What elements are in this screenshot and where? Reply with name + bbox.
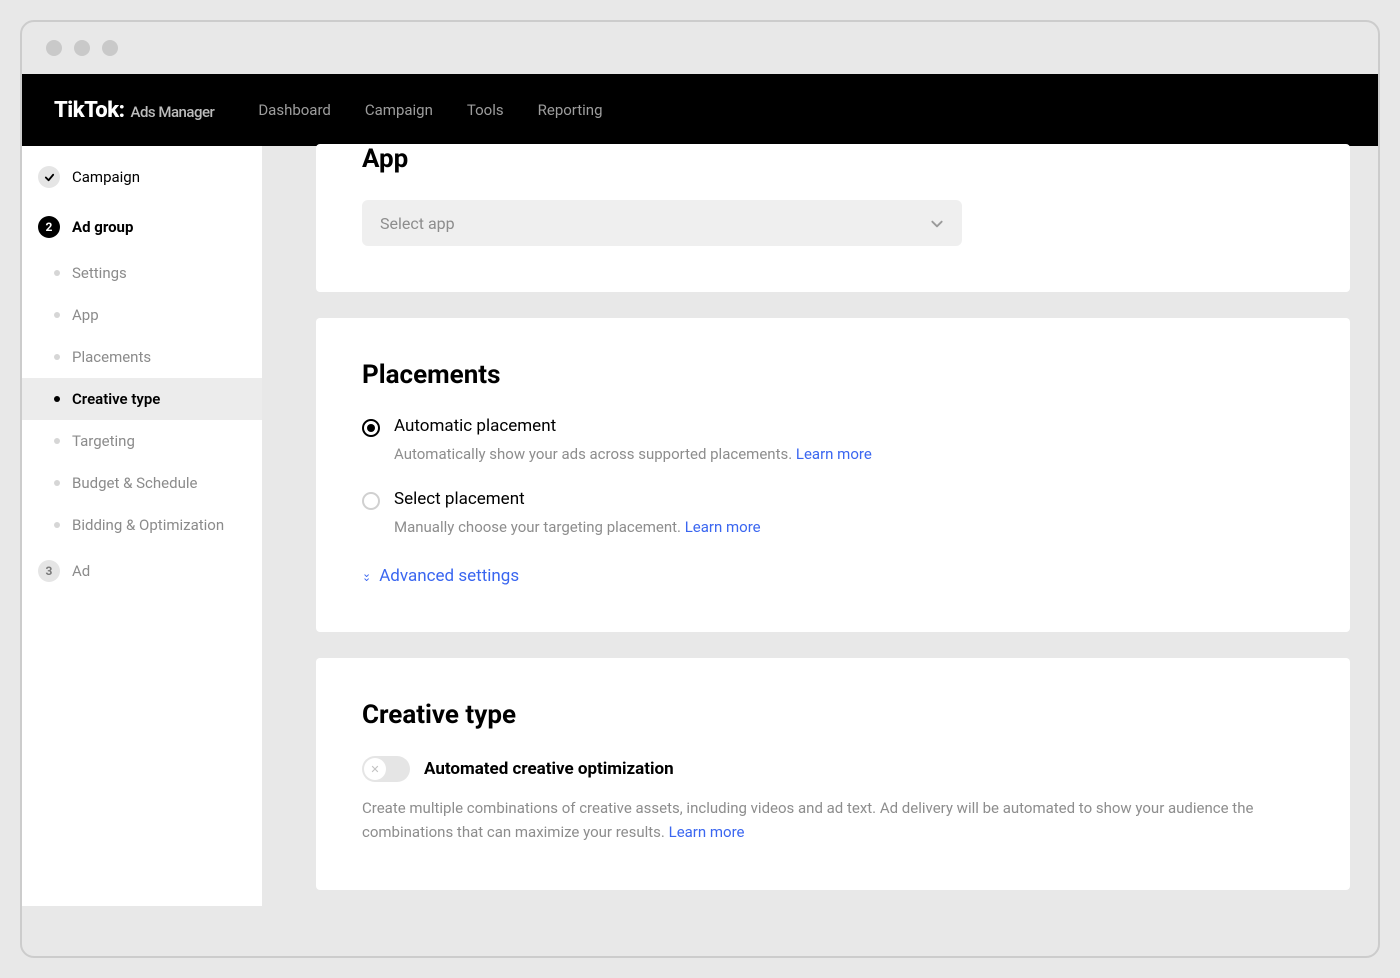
sidebar-item-placements[interactable]: Placements [22,336,262,378]
dot-icon [54,522,60,528]
check-icon [38,166,60,188]
placement-select-label: Select placement [394,489,525,509]
app-select[interactable]: Select app [362,200,962,246]
section-heading-app: App [362,144,1304,200]
sidebar-item-label: Targeting [72,432,135,450]
placement-auto-option[interactable]: Automatic placement [362,416,1304,437]
sidebar-item-label: Budget & Schedule [72,474,197,492]
auto-creative-desc: Create multiple combinations of creative… [362,796,1304,844]
nav-tools[interactable]: Tools [467,101,504,119]
dot-icon [54,312,60,318]
placements-card: Placements Automatic placement Automatic… [316,318,1350,632]
sidebar-step-label: Ad group [72,218,133,236]
sidebar: Campaign 2 Ad group Settings App Placeme… [22,146,262,906]
double-chevron-down-icon: ⌄⌄ [362,572,371,581]
sidebar-item-label: Creative type [72,390,160,408]
placement-select-desc-text: Manually choose your targeting placement… [394,518,685,536]
learn-more-link[interactable]: Learn more [669,823,745,841]
nav-dashboard[interactable]: Dashboard [258,101,331,119]
sidebar-item-settings[interactable]: Settings [22,252,262,294]
section-heading-creative: Creative type [362,658,1304,756]
app-select-placeholder: Select app [380,214,455,233]
section-heading-placements: Placements [362,318,1304,416]
advanced-settings-label: Advanced settings [379,566,519,586]
dot-icon [54,396,60,402]
dot-icon [54,354,60,360]
step-number-icon: 3 [38,560,60,582]
sidebar-item-bidding-optimization[interactable]: Bidding & Optimization [22,504,262,546]
dot-icon [54,480,60,486]
sidebar-item-label: Placements [72,348,151,366]
brand-logo: TikTok: Ads Manager [54,98,214,123]
chevron-down-icon [930,216,944,230]
nav-reporting[interactable]: Reporting [538,101,603,119]
dot-icon [54,270,60,276]
window-dot [74,40,90,56]
placement-select-desc: Manually choose your targeting placement… [394,518,1304,536]
brand-name: TikTok: [54,98,125,123]
sidebar-step-adgroup[interactable]: 2 Ad group [22,202,262,252]
top-nav: TikTok: Ads Manager Dashboard Campaign T… [22,74,1378,146]
app-window: TikTok: Ads Manager Dashboard Campaign T… [20,20,1380,958]
sidebar-step-label: Ad [72,562,90,580]
window-titlebar [22,22,1378,74]
radio-unselected-icon[interactable] [362,492,380,510]
window-dot [46,40,62,56]
sidebar-item-label: Bidding & Optimization [72,516,224,534]
nav-campaign[interactable]: Campaign [365,101,433,119]
learn-more-link[interactable]: Learn more [796,445,872,463]
advanced-settings-toggle[interactable]: ⌄⌄ Advanced settings [362,566,519,586]
sidebar-item-budget-schedule[interactable]: Budget & Schedule [22,462,262,504]
sidebar-item-app[interactable]: App [22,294,262,336]
auto-creative-toggle[interactable]: ✕ [362,756,410,782]
auto-creative-desc-text: Create multiple combinations of creative… [362,799,1253,841]
brand-sub: Ads Manager [131,103,215,121]
placement-auto-desc: Automatically show your ads across suppo… [394,445,1304,463]
auto-creative-toggle-row: ✕ Automated creative optimization [362,756,1304,782]
main-content: App Select app Placements Automatic plac… [262,146,1378,956]
creative-type-card: Creative type ✕ Automated creative optim… [316,658,1350,890]
sidebar-step-ad[interactable]: 3 Ad [22,546,262,596]
sidebar-item-targeting[interactable]: Targeting [22,420,262,462]
app-card: App Select app [316,144,1350,292]
sidebar-item-label: Settings [72,264,127,282]
dot-icon [54,438,60,444]
radio-selected-icon[interactable] [362,419,380,437]
window-dot [102,40,118,56]
placement-auto-label: Automatic placement [394,416,556,436]
sidebar-item-creative-type[interactable]: Creative type [22,378,262,420]
placement-auto-desc-text: Automatically show your ads across suppo… [394,445,796,463]
sidebar-step-label: Campaign [72,168,140,186]
learn-more-link[interactable]: Learn more [685,518,761,536]
body-area: Campaign 2 Ad group Settings App Placeme… [22,146,1378,956]
auto-creative-toggle-label: Automated creative optimization [424,759,674,779]
sidebar-step-campaign[interactable]: Campaign [22,152,262,202]
toggle-knob-off-icon: ✕ [364,758,386,780]
placement-select-option[interactable]: Select placement [362,489,1304,510]
step-number-icon: 2 [38,216,60,238]
sidebar-item-label: App [72,306,99,324]
